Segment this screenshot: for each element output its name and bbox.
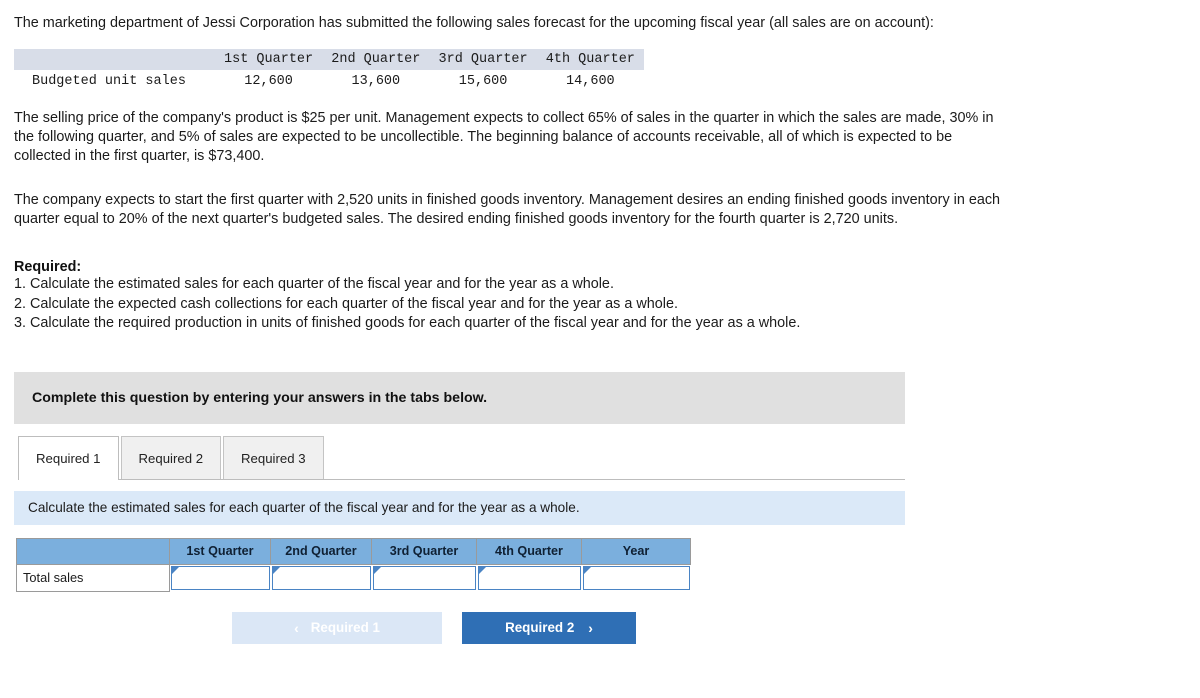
forecast-cell-q4: 14,600: [566, 74, 615, 90]
forecast-corner-cell: [14, 49, 215, 71]
answer-header-year: Year: [581, 537, 691, 565]
tab-label: Required 3: [241, 451, 306, 467]
answer-header-q3: 3rd Quarter: [371, 537, 477, 565]
table-row: Total sales: [16, 564, 691, 592]
required-item-3: 3. Calculate the required production in …: [14, 315, 801, 332]
total-sales-q4-input[interactable]: [477, 565, 581, 590]
chevron-right-icon: ›: [588, 619, 593, 636]
required-heading: Required:: [14, 258, 82, 275]
total-sales-q2-input[interactable]: [271, 565, 371, 590]
forecast-table-container: 1st Quarter 2nd Quarter 3rd Quarter 4th …: [14, 49, 644, 91]
tab-label: Required 2: [138, 451, 204, 467]
tab-bar-underline: [18, 478, 905, 480]
forecast-table-head: 1st Quarter 2nd Quarter 3rd Quarter 4th …: [14, 49, 644, 71]
banner-text: Complete this question by entering your …: [32, 389, 488, 406]
answer-header-q4: 4th Quarter: [476, 537, 582, 565]
answer-table-body: Total sales: [16, 564, 691, 592]
answer-table-head: 1st Quarter 2nd Quarter 3rd Quarter 4th …: [16, 537, 691, 565]
forecast-header-q2: 2nd Quarter: [322, 49, 430, 71]
required-item-2: 2. Calculate the expected cash collectio…: [14, 295, 678, 312]
answer-table-container: 1st Quarter 2nd Quarter 3rd Quarter 4th …: [16, 537, 1200, 592]
required-item-1: 1. Calculate the estimated sales for eac…: [14, 275, 614, 292]
answer-header-q2: 2nd Quarter: [270, 537, 372, 565]
tab-required-3[interactable]: Required 3: [223, 435, 324, 480]
tab-bar: Required 1 Required 2 Required 3: [18, 435, 1200, 481]
question-page: The marketing department of Jessi Corpor…: [0, 0, 1200, 644]
forecast-cell-q3: 15,600: [458, 74, 508, 90]
forecast-header-row: 1st Quarter 2nd Quarter 3rd Quarter 4th …: [14, 49, 644, 71]
tab-instruction-bar: Calculate the estimated sales for each q…: [14, 490, 905, 525]
forecast-table: 1st Quarter 2nd Quarter 3rd Quarter 4th …: [14, 49, 644, 91]
total-sales-q3-input[interactable]: [372, 565, 476, 590]
tab-required-1[interactable]: Required 1: [18, 435, 119, 481]
forecast-row-label: Budgeted unit sales: [32, 74, 186, 90]
intro-paragraph-3: The company expects to start the first q…: [14, 191, 1001, 227]
previous-button-label: Required 1: [310, 620, 380, 636]
next-required-button[interactable]: Required 2 ›: [462, 611, 636, 644]
answer-cell-q2-container: [270, 564, 372, 592]
complete-question-banner: Complete this question by entering your …: [14, 371, 905, 424]
previous-required-button[interactable]: ‹ Required 1: [232, 611, 442, 644]
answer-cell-q3-container: [371, 564, 477, 592]
forecast-table-body: Budgeted unit sales 12,600 13,600 15,600…: [14, 70, 644, 91]
answer-row-label: Total sales: [16, 564, 170, 592]
total-sales-q1-input[interactable]: [171, 565, 270, 590]
tab-label: Required 1: [36, 451, 101, 467]
tab-navigation: ‹ Required 1 Required 2 ›: [232, 611, 1200, 644]
intro-paragraph-2: The selling price of the company's produ…: [14, 110, 994, 165]
chevron-left-icon: ‹: [294, 619, 299, 636]
answer-cell-q4-container: [476, 564, 582, 592]
answer-corner-cell: [16, 537, 170, 565]
forecast-cell-q1: 12,600: [244, 74, 293, 90]
next-button-label: Required 2: [505, 620, 575, 636]
forecast-header-q4: 4th Quarter: [536, 49, 644, 71]
answer-cell-year-container: [581, 564, 691, 592]
answer-cell-q1-container: [169, 564, 271, 592]
forecast-cell-q2: 13,600: [351, 74, 401, 90]
answer-header-row: 1st Quarter 2nd Quarter 3rd Quarter 4th …: [16, 537, 691, 565]
tab-instruction-text: Calculate the estimated sales for each q…: [28, 500, 580, 516]
forecast-header-q1: 1st Quarter: [214, 49, 323, 71]
tab-required-2[interactable]: Required 2: [120, 435, 222, 480]
table-row: Budgeted unit sales 12,600 13,600 15,600…: [14, 70, 644, 91]
intro-paragraph-1: The marketing department of Jessi Corpor…: [14, 15, 934, 31]
answer-table: 1st Quarter 2nd Quarter 3rd Quarter 4th …: [16, 537, 691, 592]
total-sales-year-input[interactable]: [582, 565, 690, 590]
forecast-header-q3: 3rd Quarter: [429, 49, 537, 71]
answer-header-q1: 1st Quarter: [169, 537, 271, 565]
